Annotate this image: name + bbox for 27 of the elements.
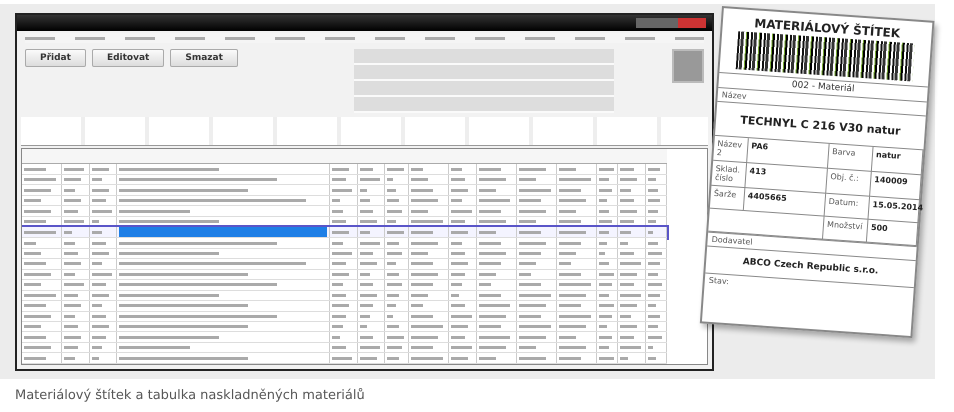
field-label: Šarže	[714, 188, 736, 200]
label-subtitle: 002 - Materiál	[791, 80, 855, 94]
field-label: Stav:	[707, 276, 730, 288]
field-value: 500	[870, 222, 888, 234]
field-value: 413	[749, 166, 766, 176]
field-label: Datum:	[828, 196, 859, 208]
toolbar-button[interactable]: Editovat	[92, 49, 164, 67]
field-value: PA6	[750, 141, 768, 152]
figure-caption: Materiálový štítek a tabulka naskladněných materiálů	[14, 387, 366, 403]
field-value: 140009	[874, 175, 908, 186]
field-label: Sklad. číslo	[714, 164, 740, 184]
label-title: MATERIÁLOVÝ ŠTÍTEK	[752, 15, 902, 42]
toolbar-button[interactable]: Přidat	[25, 49, 86, 67]
toolbar-button[interactable]: Smazat	[170, 49, 238, 67]
field-label: Dodavatel	[711, 234, 753, 247]
logo-icon	[672, 49, 704, 83]
material-name: TECHNYL C 216 V30 natur	[740, 114, 901, 138]
field-label: Název	[721, 90, 747, 101]
field-value: 4405665	[747, 191, 787, 203]
field-value: 15.05.2014	[872, 200, 924, 212]
field-label: Název 2	[716, 139, 742, 158]
field-label: Barva	[832, 147, 856, 158]
field-label: Obj. č.:	[830, 172, 859, 183]
supplier-name: ABCO Czech Republic s.r.o.	[742, 256, 880, 279]
table-row[interactable]	[22, 227, 667, 238]
field-value: natur	[876, 150, 901, 161]
field-label: Množství	[826, 220, 863, 232]
